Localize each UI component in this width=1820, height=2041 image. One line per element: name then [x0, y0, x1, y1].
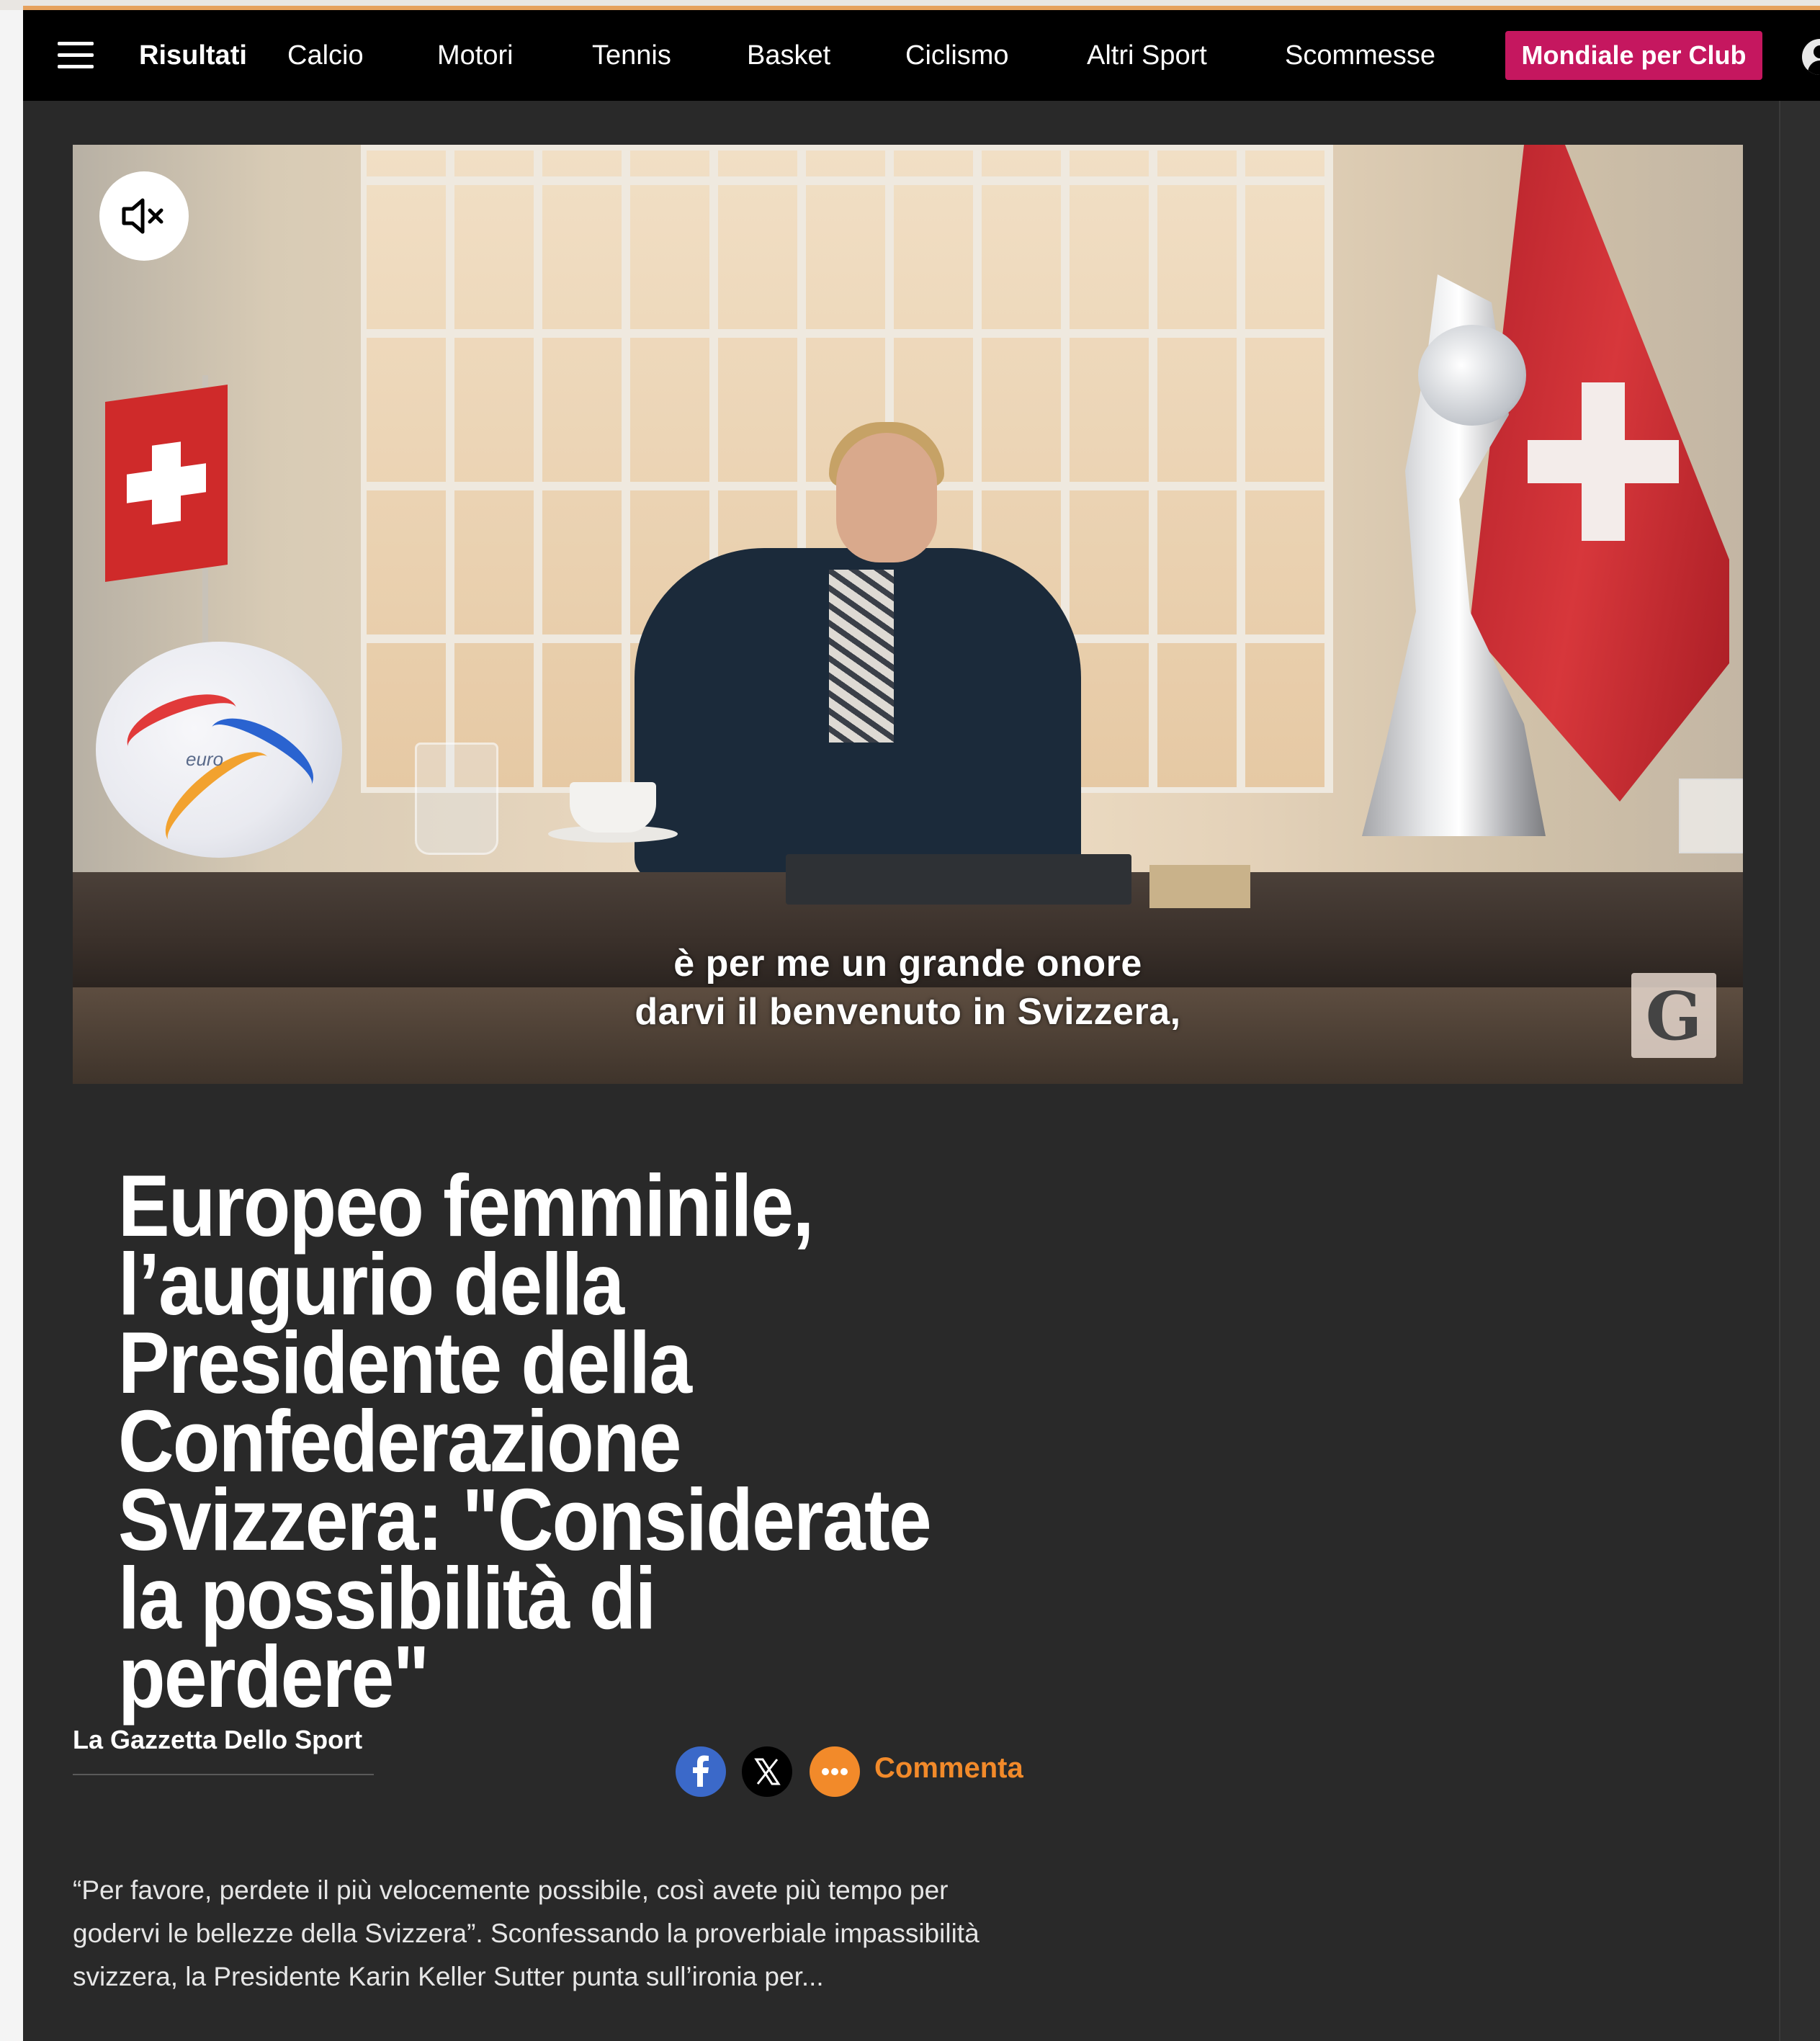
- article-headline: Europeo femminile, l’augurio della Presi…: [118, 1157, 932, 1726]
- video-subtitle-line-2: darvi il benvenuto in Svizzera,: [635, 991, 1181, 1033]
- glass-box: [1679, 779, 1743, 853]
- soccer-ball: euro: [96, 642, 342, 861]
- video-subtitle-line-1: è per me un grande onore: [673, 943, 1142, 984]
- article-source: La Gazzetta Dello Sport: [73, 1725, 363, 1754]
- user-icon[interactable]: [1802, 39, 1820, 75]
- ball-logo-text: euro: [186, 748, 224, 770]
- name-card: [1149, 865, 1250, 908]
- laptop: [786, 854, 1131, 905]
- nav-item-calcio[interactable]: Calcio: [287, 10, 364, 101]
- speaker-head: [836, 433, 937, 562]
- right-sidebar-edge: [1779, 101, 1820, 2041]
- share-more-button[interactable]: [810, 1746, 860, 1797]
- speaker-shirt: [829, 570, 894, 743]
- article-content: euro è per me un grande onore darvi il b…: [23, 101, 1779, 2041]
- main-nav: Risultati Calcio Motori Tennis Basket Ci…: [23, 10, 1820, 101]
- share-facebook-button[interactable]: [676, 1746, 726, 1797]
- nav-item-ciclismo[interactable]: Ciclismo: [905, 10, 1009, 101]
- nav-item-motori[interactable]: Motori: [437, 10, 514, 101]
- water-glass: [415, 743, 498, 855]
- mondiale-per-club-button[interactable]: Mondiale per Club: [1505, 31, 1762, 80]
- gazzetta-watermark-logo: G: [1631, 973, 1716, 1058]
- nav-item-tennis[interactable]: Tennis: [592, 10, 671, 101]
- mute-button[interactable]: [99, 171, 189, 261]
- trophy-ball: [1418, 325, 1526, 426]
- hamburger-icon[interactable]: [58, 42, 94, 69]
- swiss-flag-small: [105, 385, 228, 582]
- coffee-cup: [570, 782, 656, 833]
- share-x-button[interactable]: [742, 1746, 792, 1797]
- top-stripe: [0, 0, 1820, 10]
- nav-item-basket[interactable]: Basket: [747, 10, 830, 101]
- article-lead: “Per favore, perdete il più velocemente …: [73, 1875, 980, 1991]
- x-icon: [754, 1758, 781, 1785]
- video-player[interactable]: euro è per me un grande onore darvi il b…: [73, 145, 1743, 1084]
- nav-item-altri-sport[interactable]: Altri Sport: [1087, 10, 1207, 101]
- volume-mute-icon: [122, 198, 163, 234]
- comment-link[interactable]: Commenta: [874, 1752, 1023, 1785]
- more-icon: [822, 1768, 848, 1775]
- facebook-icon: [693, 1755, 709, 1787]
- nav-item-risultati[interactable]: Risultati: [139, 10, 247, 101]
- byline-divider: [73, 1774, 374, 1775]
- nav-item-scommesse[interactable]: Scommesse: [1285, 10, 1435, 101]
